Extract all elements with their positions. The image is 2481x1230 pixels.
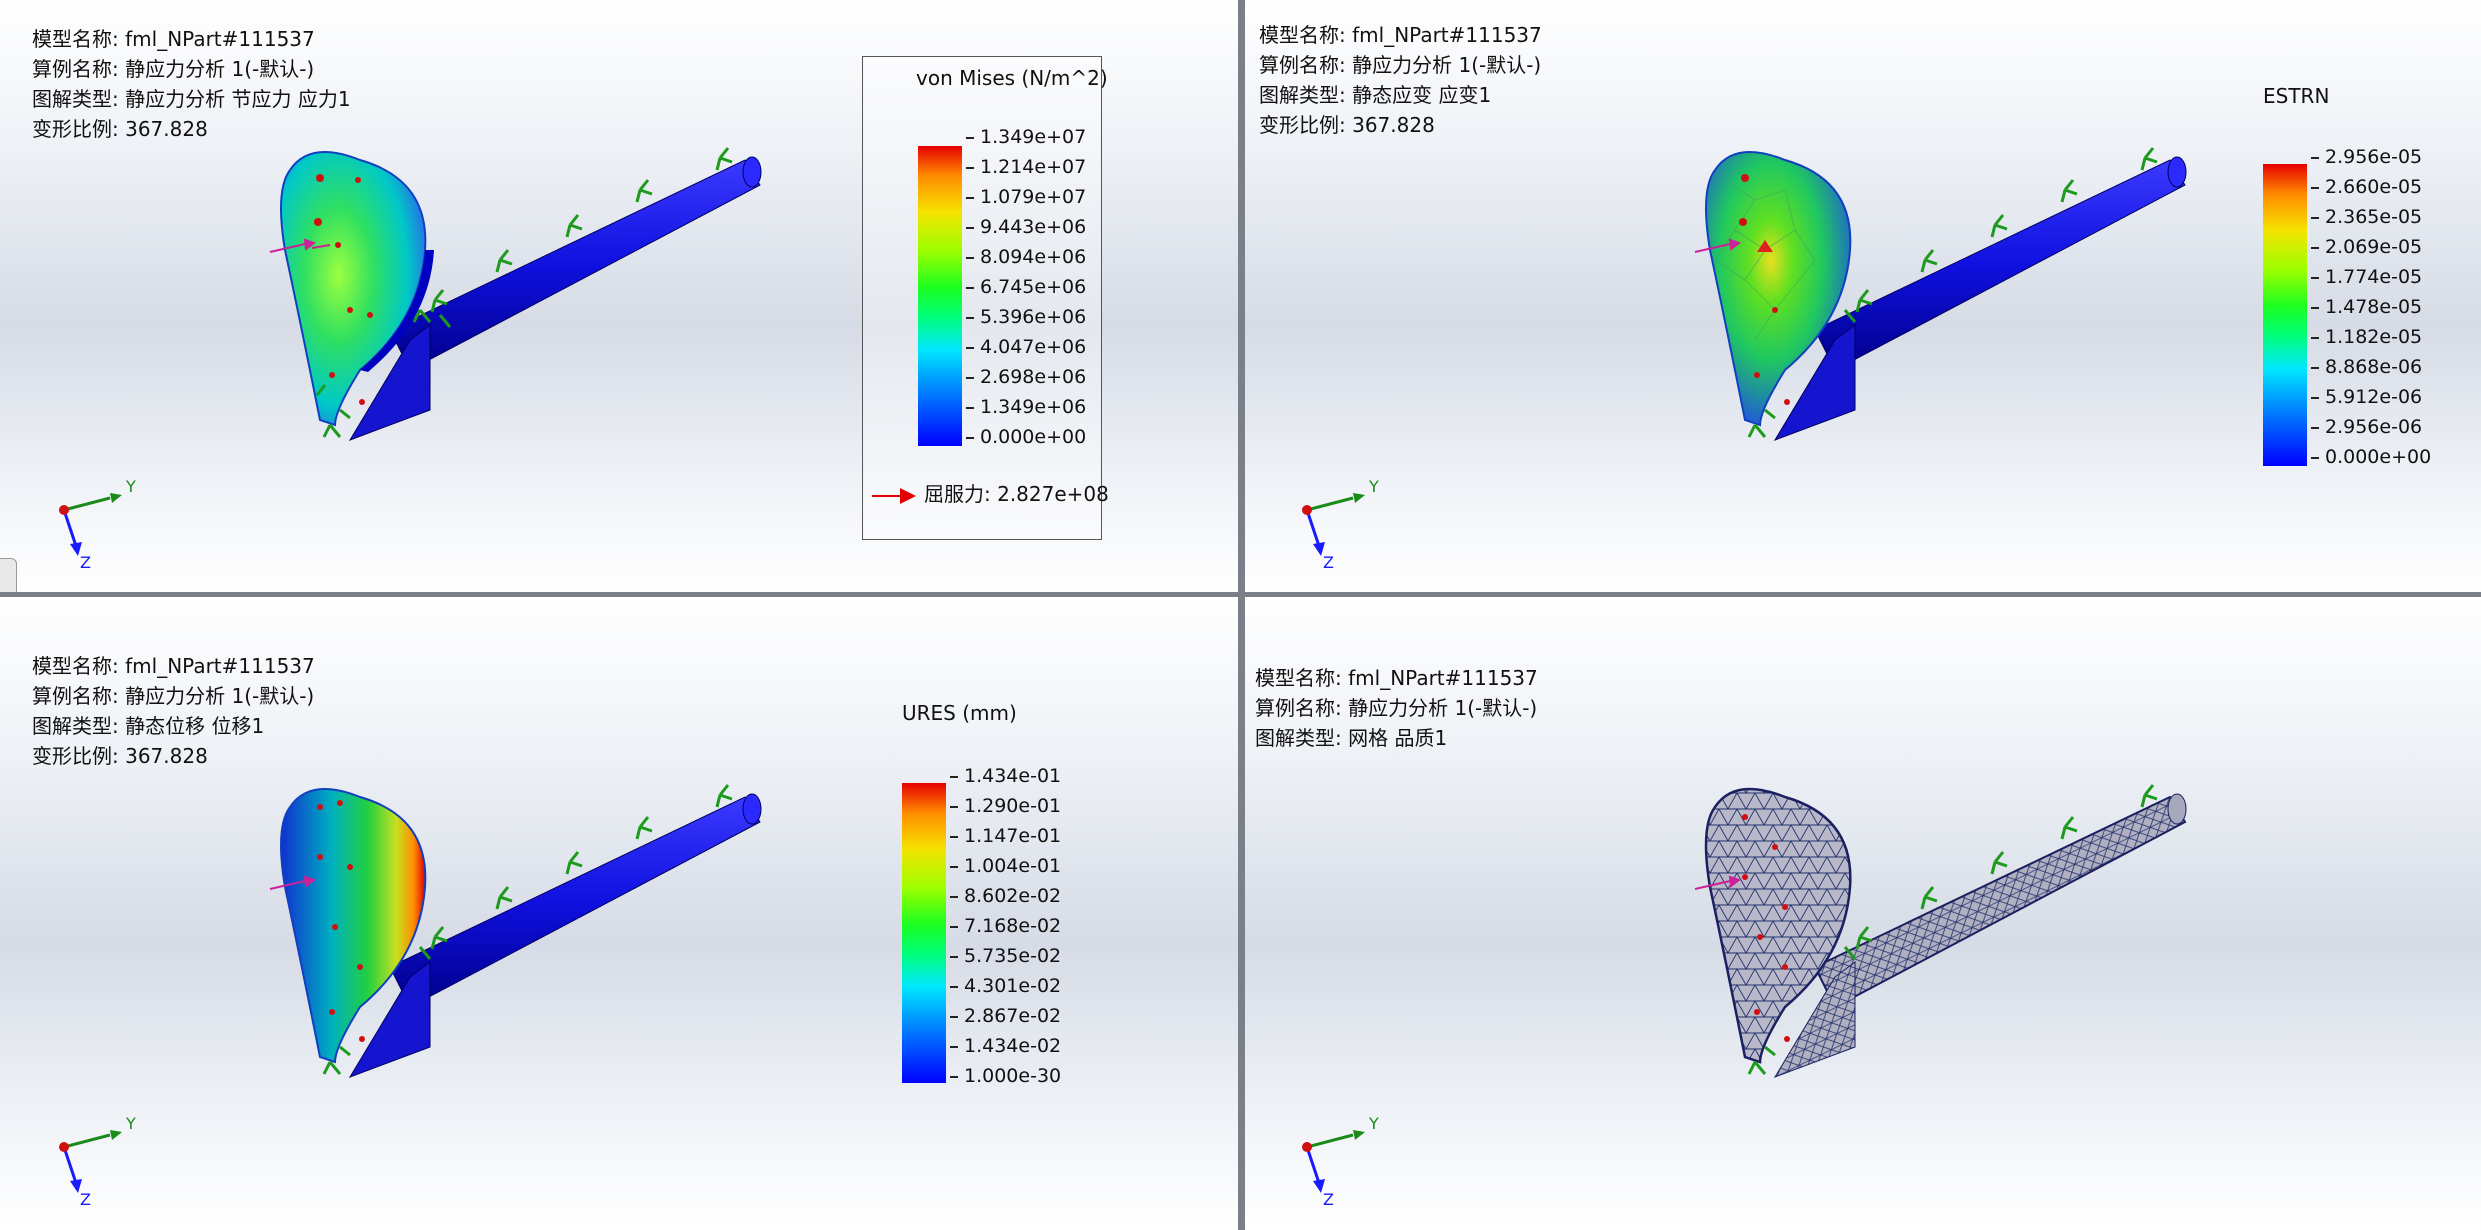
- triad-z-label: Z: [1323, 1190, 1334, 1207]
- plot-type-key: 图解类型:: [32, 87, 119, 111]
- yield-strength-marker: 屈服力: 2.827e+08: [872, 478, 1109, 507]
- deform-scale-key: 变形比例:: [1259, 113, 1346, 137]
- tick-label: 2.956e-05: [2311, 146, 2422, 168]
- tick-label: 1.004e-01: [950, 855, 1061, 877]
- model-name-value: fml_NPart#111537: [1352, 23, 1542, 47]
- viewport-strain[interactable]: 模型名称: fml_NPart#111537 算例名称: 静应力分析 1(-默认…: [1245, 0, 2481, 592]
- tick-label: 0.000e+00: [966, 426, 1086, 448]
- plot-type-key: 图解类型:: [1259, 83, 1346, 107]
- plot-type-key: 图解类型:: [32, 714, 119, 738]
- yield-arrow-icon: [872, 487, 916, 504]
- coordinate-triad-icon: Y Z: [59, 1117, 136, 1207]
- tick-label: 1.000e-30: [950, 1065, 1061, 1087]
- study-name-value: 静应力分析 1(-默认-): [1352, 53, 1542, 77]
- study-name-key: 算例名称:: [32, 57, 119, 81]
- triad-z-label: Z: [80, 553, 91, 570]
- fea-model-mesh[interactable]: [1665, 777, 2225, 1117]
- triad-z-label: Z: [1323, 553, 1334, 570]
- tick-label: 7.168e-02: [950, 915, 1061, 937]
- colorbar-strain: [2263, 164, 2307, 466]
- plot-type-key: 图解类型:: [1255, 726, 1342, 750]
- tick-label: 1.774e-05: [2311, 266, 2422, 288]
- deform-scale-value: 367.828: [125, 117, 208, 141]
- tick-label: 1.434e-01: [950, 765, 1061, 787]
- triad-y-label: Y: [1368, 480, 1379, 496]
- model-name-value: fml_NPart#111537: [125, 27, 315, 51]
- panel-collapse-handle[interactable]: [0, 558, 17, 592]
- fea-model-displacement[interactable]: [240, 777, 820, 1117]
- tick-label: 1.182e-05: [2311, 326, 2422, 348]
- tick-label: 8.094e+06: [966, 246, 1086, 268]
- viewport-displacement[interactable]: 模型名称: fml_NPart#111537 算例名称: 静应力分析 1(-默认…: [0, 597, 1238, 1230]
- legend-title-displacement: URES (mm): [902, 701, 1017, 725]
- study-name-value: 静应力分析 1(-默认-): [125, 684, 315, 708]
- tick-label: 1.478e-05: [2311, 296, 2422, 318]
- legend-title-stress: von Mises (N/m^2): [916, 66, 1108, 90]
- plot-type-value: 网格 品质1: [1348, 726, 1448, 750]
- study-name-key: 算例名称:: [1259, 53, 1346, 77]
- coordinate-triad-icon: Y Z: [1302, 1117, 1379, 1207]
- triad-y-label: Y: [1368, 1117, 1379, 1133]
- tick-label: 2.698e+06: [966, 366, 1086, 388]
- tick-label: 5.912e-06: [2311, 386, 2422, 408]
- legend-title-strain: ESTRN: [2263, 84, 2330, 108]
- yield-strength-label: 屈服力: 2.827e+08: [924, 482, 1109, 506]
- triad-y-label: Y: [125, 1117, 136, 1133]
- colorbar-stress: [918, 146, 962, 446]
- tick-label: 1.290e-01: [950, 795, 1061, 817]
- deform-scale-key: 变形比例:: [32, 744, 119, 768]
- tick-label: 1.349e+06: [966, 396, 1086, 418]
- tick-label: 1.147e-01: [950, 825, 1061, 847]
- triad-y-label: Y: [125, 480, 136, 496]
- tick-label: 1.434e-02: [950, 1035, 1061, 1057]
- triad-z-label: Z: [80, 1190, 91, 1207]
- model-name-key: 模型名称:: [1259, 23, 1346, 47]
- tick-label: 0.000e+00: [2311, 446, 2431, 468]
- plot-info-stress: 模型名称: fml_NPart#111537 算例名称: 静应力分析 1(-默认…: [32, 24, 351, 144]
- model-name-key: 模型名称:: [32, 27, 119, 51]
- tick-label: 4.301e-02: [950, 975, 1061, 997]
- colorbar-displacement: [902, 783, 946, 1083]
- study-name-key: 算例名称:: [1255, 696, 1342, 720]
- deform-scale-value: 367.828: [125, 744, 208, 768]
- tick-label: 1.214e+07: [966, 156, 1086, 178]
- tick-label: 6.745e+06: [966, 276, 1086, 298]
- tick-label: 2.867e-02: [950, 1005, 1061, 1027]
- tick-label: 2.660e-05: [2311, 176, 2422, 198]
- model-name-value: fml_NPart#111537: [1348, 666, 1538, 690]
- plot-type-value: 静态应变 应变1: [1352, 83, 1492, 107]
- plot-info-mesh: 模型名称: fml_NPart#111537 算例名称: 静应力分析 1(-默认…: [1255, 663, 1538, 753]
- tick-label: 5.396e+06: [966, 306, 1086, 328]
- plot-type-value: 静态位移 位移1: [125, 714, 265, 738]
- tick-label: 2.365e-05: [2311, 206, 2422, 228]
- tick-label: 1.349e+07: [966, 126, 1086, 148]
- study-name-value: 静应力分析 1(-默认-): [1348, 696, 1538, 720]
- fea-model-stress[interactable]: [240, 140, 820, 480]
- model-name-value: fml_NPart#111537: [125, 654, 315, 678]
- deform-scale-key: 变形比例:: [32, 117, 119, 141]
- tick-label: 8.868e-06: [2311, 356, 2422, 378]
- tick-label: 1.079e+07: [966, 186, 1086, 208]
- plot-info-displacement: 模型名称: fml_NPart#111537 算例名称: 静应力分析 1(-默认…: [32, 651, 315, 771]
- viewport-stress[interactable]: 模型名称: fml_NPart#111537 算例名称: 静应力分析 1(-默认…: [0, 0, 1238, 592]
- fea-model-strain[interactable]: [1665, 140, 2225, 480]
- study-name-value: 静应力分析 1(-默认-): [125, 57, 315, 81]
- model-name-key: 模型名称:: [32, 654, 119, 678]
- plot-info-strain: 模型名称: fml_NPart#111537 算例名称: 静应力分析 1(-默认…: [1259, 20, 1542, 140]
- coordinate-triad-icon: Y Z: [1302, 480, 1379, 570]
- deform-scale-value: 367.828: [1352, 113, 1435, 137]
- plot-type-value: 静应力分析 节应力 应力1: [125, 87, 351, 111]
- tick-label: 5.735e-02: [950, 945, 1061, 967]
- tick-label: 8.602e-02: [950, 885, 1061, 907]
- tick-label: 9.443e+06: [966, 216, 1086, 238]
- viewport-mesh[interactable]: 模型名称: fml_NPart#111537 算例名称: 静应力分析 1(-默认…: [1245, 597, 2481, 1230]
- tick-label: 4.047e+06: [966, 336, 1086, 358]
- model-name-key: 模型名称:: [1255, 666, 1342, 690]
- tick-label: 2.069e-05: [2311, 236, 2422, 258]
- coordinate-triad-icon: Y Z: [59, 480, 136, 570]
- tick-label: 2.956e-06: [2311, 416, 2422, 438]
- study-name-key: 算例名称:: [32, 684, 119, 708]
